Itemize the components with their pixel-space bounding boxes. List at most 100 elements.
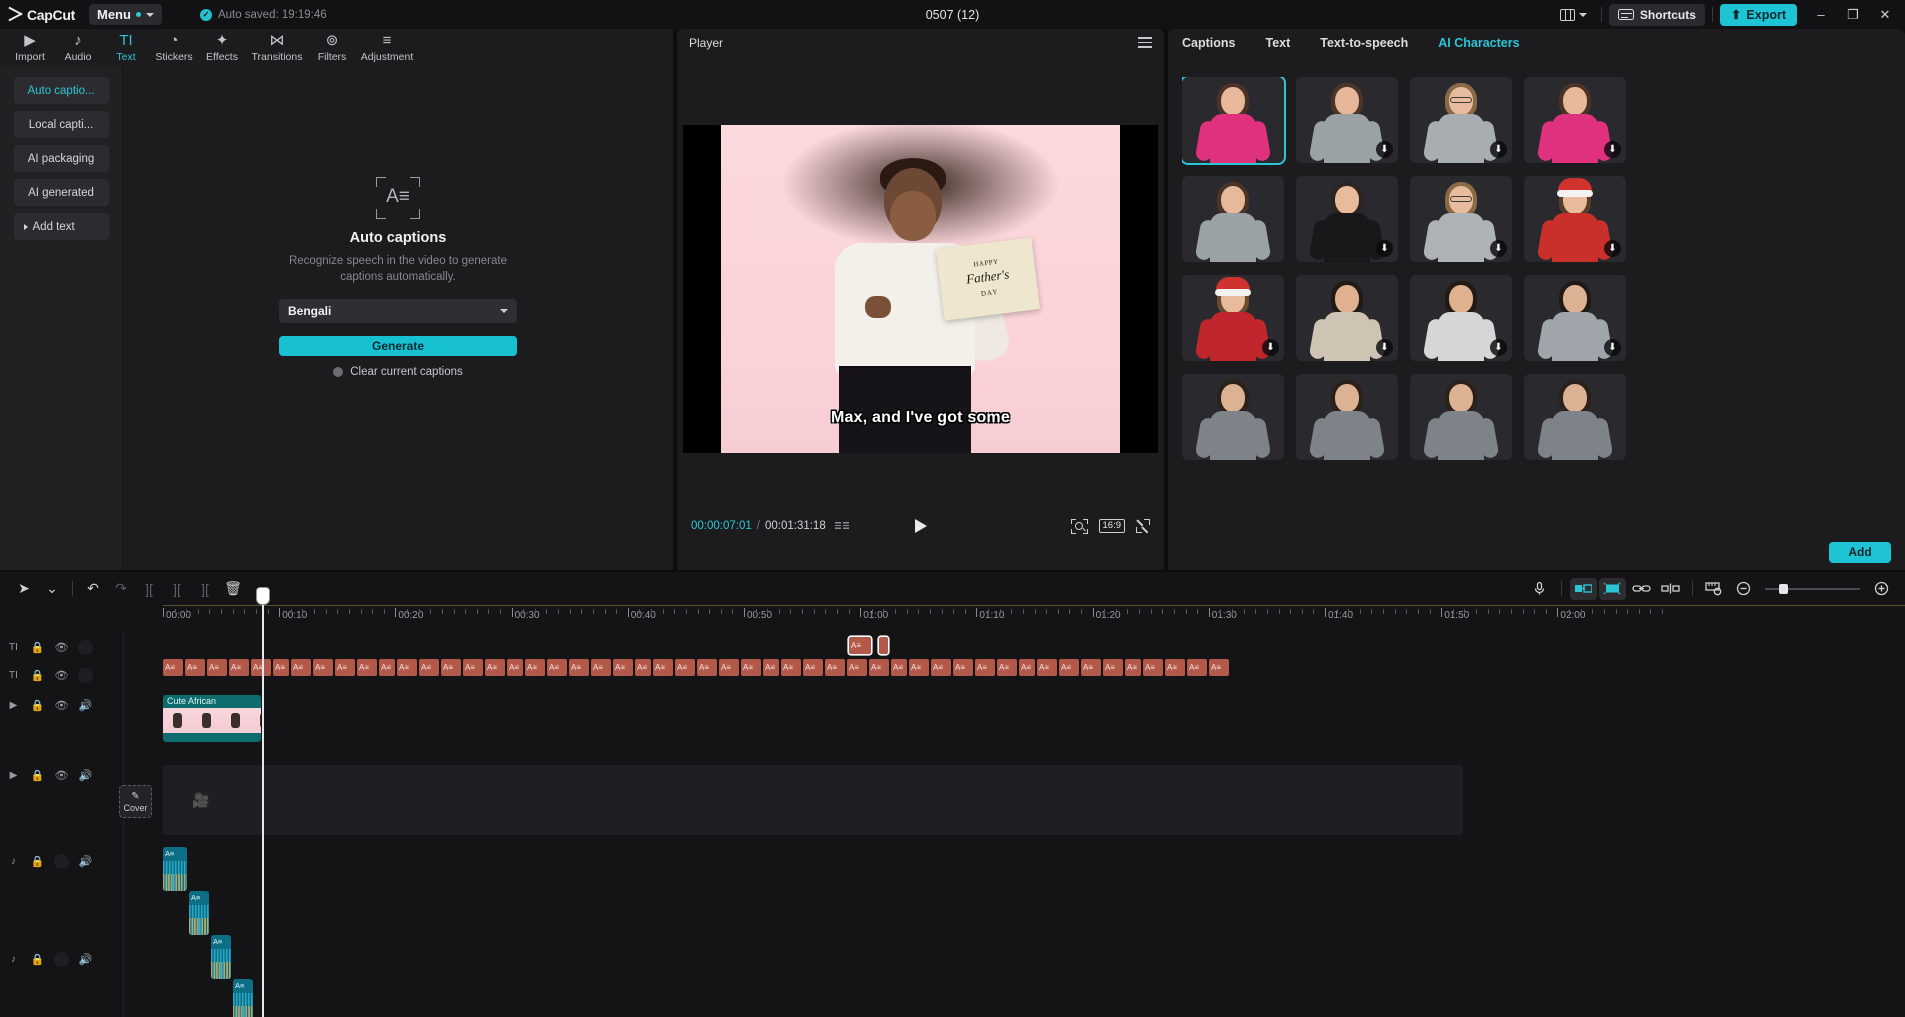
caption-clip[interactable]: A≡ (1037, 659, 1057, 676)
caption-clip[interactable]: A≡ (763, 659, 779, 676)
audio-clip[interactable]: A≡ (189, 891, 209, 935)
select-tool-icon[interactable]: ➤ (10, 577, 38, 601)
visibility-icon[interactable]: 👁 (54, 668, 69, 683)
zoom-fit-icon[interactable] (1071, 519, 1088, 534)
caption-clip[interactable]: A≡ (675, 659, 695, 676)
caption-clip[interactable]: A≡ (525, 659, 545, 676)
caption-clip[interactable]: A≡ (207, 659, 227, 676)
layout-button[interactable] (1553, 9, 1594, 21)
character-grey-hoodie-woman[interactable]: ⬇ (1524, 275, 1626, 361)
lock-icon[interactable]: 🔒 (30, 668, 45, 683)
character-raglan-tee-man[interactable]: ⬇ (1410, 275, 1512, 361)
zoom-slider-track[interactable] (1765, 588, 1860, 590)
caption-clip[interactable]: A≡ (1019, 659, 1035, 676)
right-tab-ai-characters[interactable]: AI Characters (1438, 36, 1519, 50)
download-icon[interactable]: ⬇ (1262, 339, 1279, 356)
character-red-dress-santa[interactable]: ⬇ (1182, 275, 1284, 361)
captions-list-icon[interactable] (835, 522, 849, 530)
character-santa-hat-red[interactable]: ⬇ (1524, 176, 1626, 262)
caption-clip[interactable]: A≡ (547, 659, 567, 676)
character-row4-d[interactable] (1524, 374, 1626, 460)
caption-clip[interactable]: A≡ (273, 659, 289, 676)
download-icon[interactable]: ⬇ (1376, 141, 1393, 158)
play-button[interactable] (915, 519, 927, 533)
left-panel-item-0[interactable]: Auto captio... (14, 77, 109, 104)
trim-start-icon[interactable]: ][ (163, 577, 191, 601)
left-panel-item-2[interactable]: AI packaging (14, 145, 109, 172)
video-clip[interactable]: Cute African (163, 695, 261, 742)
caption-clip[interactable]: A≡ (891, 659, 907, 676)
tool-dropdown-icon[interactable]: ⌄ (38, 577, 66, 601)
split-left-icon[interactable]: ][ (135, 577, 163, 601)
mute-icon[interactable]: 🔊 (78, 768, 93, 783)
player-menu-icon[interactable] (1138, 37, 1152, 48)
split-clip-icon[interactable] (1657, 578, 1684, 600)
caption-clip[interactable]: A≡ (419, 659, 439, 676)
caption-clip[interactable]: A≡ (591, 659, 611, 676)
caption-clip[interactable]: A≡ (463, 659, 483, 676)
caption-clip[interactable]: A≡ (697, 659, 717, 676)
cover-button[interactable]: ✎ Cover (119, 785, 152, 818)
right-tab-text-to-speech[interactable]: Text-to-speech (1320, 36, 1408, 50)
character-striped-sweater-man[interactable]: ⬇ (1296, 275, 1398, 361)
caption-clip[interactable]: A≡ (975, 659, 995, 676)
fullscreen-icon[interactable] (1136, 519, 1150, 533)
tool-tab-text[interactable]: TIText (102, 29, 150, 63)
caption-clip[interactable]: A≡ (847, 659, 867, 676)
caption-clip[interactable]: A≡ (291, 659, 311, 676)
caption-clip[interactable]: A≡ (251, 659, 271, 676)
add-button[interactable]: Add (1829, 542, 1891, 563)
lock-icon[interactable]: 🔒 (30, 768, 45, 783)
text-clip-selected[interactable]: A≡ (849, 637, 871, 654)
visibility-icon[interactable]: 👁 (54, 768, 69, 783)
caption-clip[interactable]: A≡ (357, 659, 377, 676)
caption-clip[interactable]: A≡ (719, 659, 739, 676)
caption-clip[interactable]: A≡ (953, 659, 973, 676)
microphone-icon[interactable] (1526, 578, 1553, 600)
caption-clip[interactable]: A≡ (781, 659, 801, 676)
clear-current-captions-checkbox[interactable]: Clear current captions (333, 366, 463, 378)
download-icon[interactable]: ⬇ (1490, 141, 1507, 158)
zoom-in-button[interactable] (1868, 578, 1895, 600)
keyframe-icon[interactable] (1599, 578, 1626, 600)
lock-icon[interactable]: 🔒 (30, 640, 45, 655)
speed-ramp-icon[interactable] (1570, 578, 1597, 600)
download-icon[interactable]: ⬇ (1604, 339, 1621, 356)
language-select[interactable]: Bengali (279, 299, 517, 323)
caption-clip[interactable]: A≡ (1165, 659, 1185, 676)
playhead[interactable] (262, 605, 264, 1017)
timeline-ruler[interactable]: 00:0000:1000:2000:3000:4000:5001:0001:10… (0, 605, 1905, 629)
caption-clip[interactable]: A≡ (1143, 659, 1163, 676)
caption-clip[interactable]: A≡ (869, 659, 889, 676)
download-icon[interactable]: ⬇ (1604, 141, 1621, 158)
export-button[interactable]: ⬆ Export (1720, 4, 1797, 26)
undo-icon[interactable]: ↶ (79, 577, 107, 601)
tool-tab-transitions[interactable]: ⋈Transitions (246, 29, 308, 63)
caption-clip[interactable]: A≡ (1125, 659, 1141, 676)
main-video-track-clip[interactable]: 🎥 (163, 765, 1463, 835)
caption-clip[interactable]: A≡ (653, 659, 673, 676)
caption-clip[interactable]: A≡ (1081, 659, 1101, 676)
tool-tab-adjustment[interactable]: ≡Adjustment (356, 29, 418, 63)
redo-icon[interactable]: ↷ (107, 577, 135, 601)
download-icon[interactable]: ⬇ (1604, 240, 1621, 257)
caption-clip[interactable]: A≡ (569, 659, 589, 676)
download-icon[interactable]: ⬇ (1490, 339, 1507, 356)
visibility-icon[interactable]: 👁 (54, 640, 69, 655)
character-grey-sweater-glasses[interactable]: ⬇ (1410, 77, 1512, 163)
tool-tab-audio[interactable]: ♪Audio (54, 29, 102, 63)
left-panel-item-1[interactable]: Local capti... (14, 111, 109, 138)
audio-clip[interactable]: A≡ (211, 935, 231, 979)
caption-clip[interactable]: A≡ (909, 659, 929, 676)
playhead-knob[interactable] (257, 588, 269, 604)
zoom-slider-knob[interactable] (1779, 584, 1788, 594)
caption-clip[interactable]: A≡ (335, 659, 355, 676)
mute-icon[interactable]: 🔊 (78, 698, 93, 713)
caption-clip[interactable]: A≡ (507, 659, 523, 676)
download-icon[interactable]: ⬇ (1376, 240, 1393, 257)
mute-icon[interactable]: 🔊 (78, 952, 93, 967)
trim-end-icon[interactable]: ][ (191, 577, 219, 601)
delete-icon[interactable]: 🗑 (219, 577, 247, 601)
caption-clip[interactable]: A≡ (397, 659, 417, 676)
close-button[interactable]: ✕ (1869, 0, 1901, 29)
